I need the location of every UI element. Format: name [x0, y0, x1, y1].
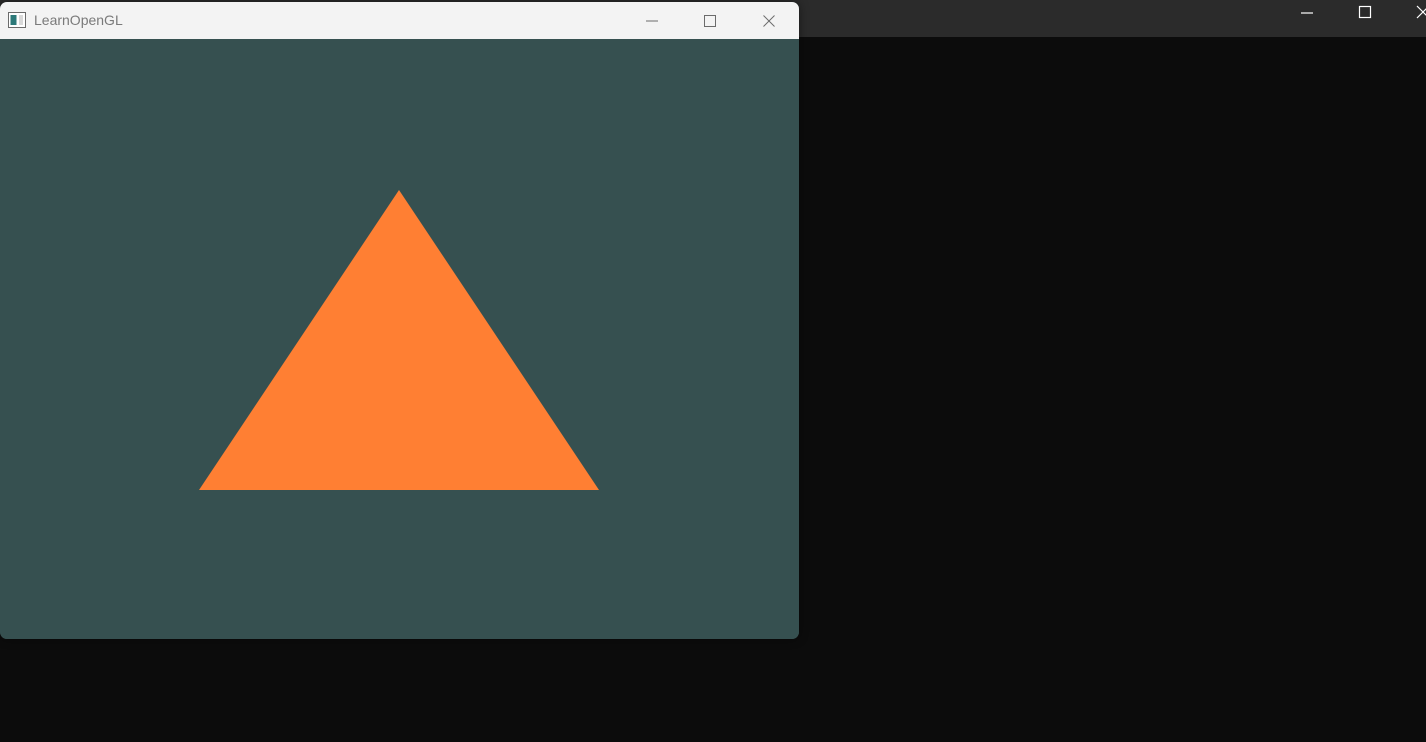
minimize-icon — [646, 20, 658, 21]
minimize-icon — [1301, 12, 1313, 14]
opengl-viewport — [0, 39, 799, 639]
maximize-button[interactable] — [681, 2, 739, 39]
window-app-icon — [8, 12, 26, 28]
background-close-button[interactable] — [1394, 0, 1426, 24]
window-title: LearnOpenGL — [34, 12, 123, 28]
window-titlebar[interactable]: LearnOpenGL — [0, 2, 799, 40]
orange-triangle — [199, 190, 599, 490]
maximize-icon — [1358, 5, 1372, 19]
close-button[interactable] — [740, 2, 798, 39]
learnopengl-window: LearnOpenGL — [0, 2, 799, 639]
background-maximize-button[interactable] — [1336, 0, 1394, 24]
close-icon — [763, 14, 775, 27]
maximize-icon — [704, 14, 716, 27]
minimize-button[interactable] — [623, 2, 681, 39]
render-canvas — [199, 190, 599, 490]
close-icon — [1416, 5, 1426, 19]
background-minimize-button[interactable] — [1278, 0, 1336, 24]
